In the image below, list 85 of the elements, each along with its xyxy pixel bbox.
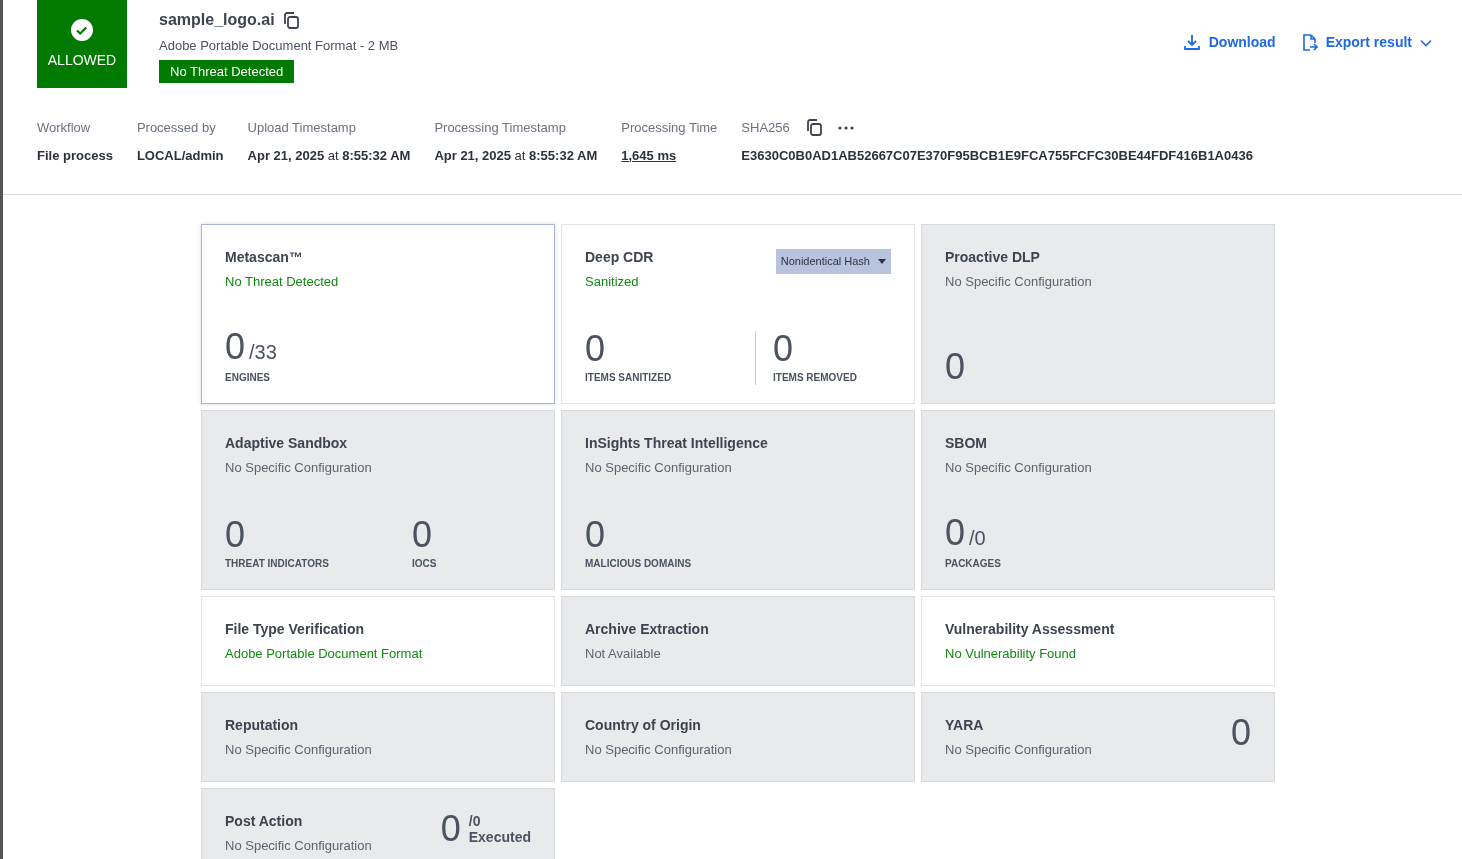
metric-label: ITEMS REMOVED bbox=[773, 371, 857, 385]
metric-value: 0 bbox=[412, 517, 433, 553]
detail-label: SHA256 bbox=[741, 119, 790, 137]
engine-card[interactable]: SBOM No Specific Configuration 0/0 PACKAGES bbox=[921, 410, 1275, 590]
card-title: Country of Origin bbox=[585, 716, 702, 735]
copy-icon[interactable] bbox=[805, 119, 822, 137]
file-name: sample_logo.ai bbox=[159, 10, 275, 30]
engine-card[interactable]: InSights Threat Intelligence No Specific Configuration 0 MALICIOUS DOMAINS bbox=[561, 410, 915, 590]
metric-label: ITEMS SANITIZED bbox=[585, 371, 673, 385]
card-status: No Threat Detected bbox=[225, 273, 339, 291]
metric-label: THREAT INDICATORS bbox=[225, 557, 330, 571]
metric-value: 0 bbox=[225, 329, 246, 365]
detail-label: Upload Timestamp bbox=[247, 119, 356, 137]
card-status: No Specific Configuration bbox=[225, 837, 372, 855]
engine-card[interactable]: Proactive DLP No Specific Configuration 0 bbox=[921, 224, 1275, 404]
metric-value: 0 bbox=[225, 517, 246, 553]
card-status: No Specific Configuration bbox=[585, 459, 733, 477]
card-status: No Specific Configuration bbox=[585, 741, 732, 759]
download-button[interactable]: Download bbox=[1182, 32, 1276, 53]
card-status: No Specific Configuration bbox=[945, 741, 1092, 759]
metric-total: /0 bbox=[969, 526, 986, 551]
engine-card[interactable]: Vulnerability Assessment No Vulnerability Found bbox=[921, 596, 1275, 686]
download-icon bbox=[1182, 33, 1201, 52]
engine-card[interactable]: File Type Verification Adobe Portable Document Format bbox=[201, 596, 555, 686]
card-title: Deep CDR bbox=[585, 248, 654, 267]
chevron-down-icon bbox=[1420, 38, 1432, 47]
metric-total: /33 bbox=[249, 340, 277, 365]
detail-label: Processing Timestamp bbox=[434, 119, 566, 137]
count-value: 0 bbox=[440, 811, 461, 847]
card-status: No Vulnerability Found bbox=[945, 645, 1078, 663]
metric-value: 0 bbox=[585, 331, 606, 367]
card-title: Adaptive Sandbox bbox=[225, 434, 349, 453]
card-status: No Specific Configuration bbox=[945, 273, 1092, 291]
card-title: Metascan™ bbox=[225, 248, 304, 267]
engine-card[interactable]: Adaptive Sandbox No Specific Configuration 0 THREAT INDICATORS 0 IOCS bbox=[201, 410, 555, 590]
hash-value: E3630C0B0AD1AB52667C07E370F95BCB1E9FCA755FCFC30BE44FDF416B1A0436 bbox=[741, 146, 1253, 165]
detail-value: Apr 21, 2025 at 8:55:32 AM bbox=[434, 146, 598, 165]
card-title: YARA bbox=[945, 716, 985, 735]
card-title: Proactive DLP bbox=[945, 248, 1041, 267]
detail-label: Workflow bbox=[37, 119, 91, 137]
detail-label: Processed by bbox=[136, 119, 216, 137]
card-status: Not Available bbox=[585, 645, 662, 663]
card-status: No Specific Configuration bbox=[945, 459, 1092, 477]
card-title: File Type Verification bbox=[225, 620, 365, 639]
verdict-label: ALLOWED bbox=[47, 50, 117, 70]
metric-value: 0 bbox=[773, 331, 794, 367]
count-value: 0 bbox=[1230, 715, 1251, 751]
metric-label: IOCS bbox=[412, 557, 437, 571]
detail-value: File process bbox=[37, 146, 113, 165]
count-total: /0 bbox=[468, 812, 482, 829]
card-title: SBOM bbox=[945, 434, 988, 453]
detail-value: Apr 21, 2025 at 8:55:32 AM bbox=[247, 146, 411, 165]
hash-dropdown[interactable]: Nonidentical Hash bbox=[775, 249, 891, 274]
metric-label: ENGINES bbox=[225, 371, 271, 385]
file-description: Adobe Portable Document Format - 2 MB bbox=[159, 37, 399, 55]
export-button[interactable]: Export result bbox=[1299, 32, 1432, 53]
metric-label: MALICIOUS DOMAINS bbox=[585, 557, 693, 571]
card-title: Post Action bbox=[225, 812, 304, 831]
metric-value: 0 bbox=[945, 349, 966, 385]
engine-card[interactable]: Metascan™ No Threat Detected 0/33 ENGINES bbox=[201, 224, 555, 404]
card-status: No Specific Configuration bbox=[225, 741, 372, 759]
check-icon bbox=[70, 17, 94, 42]
card-status: Adobe Portable Document Format bbox=[225, 645, 423, 663]
processing-time-link[interactable]: 1,645 ms bbox=[621, 145, 718, 165]
threat-status-tag: No Threat Detected bbox=[159, 59, 295, 83]
detail-value: LOCAL/admin bbox=[136, 146, 224, 165]
engine-card[interactable]: Reputation No Specific Configuration bbox=[201, 692, 555, 782]
detail-label: Processing Time bbox=[621, 119, 718, 137]
card-status: No Specific Configuration bbox=[225, 459, 372, 477]
more-icon[interactable] bbox=[837, 125, 854, 130]
metric-label: PACKAGES bbox=[945, 557, 1002, 571]
metric-value: 0 bbox=[945, 515, 966, 551]
card-title: Archive Extraction bbox=[585, 620, 709, 639]
card-status: Sanitized bbox=[585, 273, 640, 291]
engine-card[interactable]: Deep CDR Sanitized Nonidentical Hash 0 ITEMS SANITIZED 0 ITEMS REMOVED bbox=[561, 224, 915, 404]
caret-down-icon bbox=[878, 258, 886, 264]
engine-card[interactable]: Country of Origin No Specific Configuration bbox=[561, 692, 915, 782]
count-label: Executed bbox=[468, 829, 531, 846]
card-title: Reputation bbox=[225, 716, 300, 735]
metric-value: 0 bbox=[585, 517, 606, 553]
copy-icon[interactable] bbox=[282, 11, 299, 29]
card-title: Vulnerability Assessment bbox=[945, 620, 1115, 639]
engine-card[interactable]: YARA No Specific Configuration 0 bbox=[921, 692, 1275, 782]
engine-card[interactable]: Archive Extraction Not Available bbox=[561, 596, 915, 686]
card-title: InSights Threat Intelligence bbox=[585, 434, 768, 453]
